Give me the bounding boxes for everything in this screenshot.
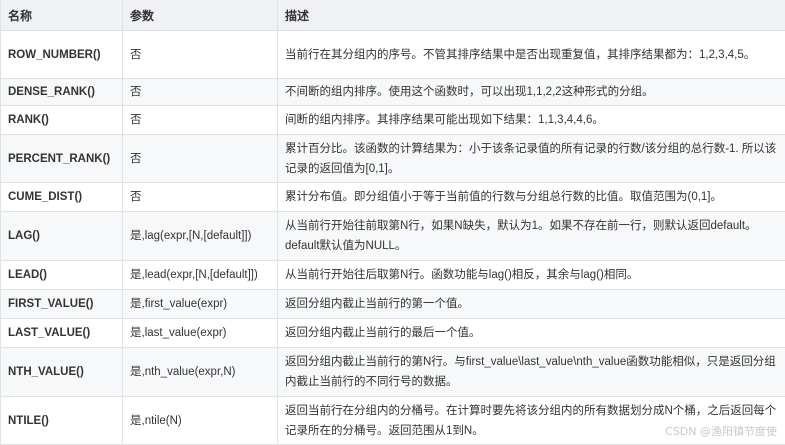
function-desc: 返回分组内截止当前行的最后一个值。: [277, 318, 785, 348]
function-desc: 从当前行开始往后取第N行。函数功能与lag()相反，其余与lag()相同。: [277, 260, 785, 290]
function-name: PERCENT_RANK(): [0, 134, 123, 183]
table-row: PERCENT_RANK() 否 累计百分比。该函数的计算结果为：小于该条记录值…: [0, 134, 785, 183]
table-row: LEAD() 是,lead(expr,[N,[default]]) 从当前行开始…: [0, 260, 785, 290]
function-name: LAG(): [0, 211, 123, 261]
function-desc: 返回分组内截止当前行的第一个值。: [277, 289, 785, 319]
function-param: 是,ntile(N): [122, 396, 278, 445]
function-name: CUME_DIST(): [0, 182, 123, 212]
table-header-row: 名称 参数 描述: [0, 0, 785, 31]
window-functions-table: 名称 参数 描述 ROW_NUMBER() 否 当前行在其分组内的序号。不管其排…: [0, 0, 785, 445]
function-name: DENSE_RANK(): [0, 78, 123, 106]
table-row: LAG() 是,lag(expr,[N,[default]]) 从当前行开始往前…: [0, 211, 785, 261]
table-row: RANK() 否 间断的组内排序。其排序结果可能出现如下结果：1,1,3,4,4…: [0, 105, 785, 135]
function-param: 否: [122, 182, 278, 212]
header-desc: 描述: [277, 0, 785, 31]
header-param: 参数: [122, 0, 278, 31]
table-row: NTH_VALUE() 是,nth_value(expr,N) 返回分组内截止当…: [0, 347, 785, 397]
function-name: NTH_VALUE(): [0, 347, 123, 397]
function-name: RANK(): [0, 105, 123, 135]
function-param: 是,first_value(expr): [122, 289, 278, 319]
function-param: 否: [122, 78, 278, 106]
function-name: NTILE(): [0, 396, 123, 445]
function-desc: 返回分组内截止当前行的第N行。与first_value\last_value\n…: [277, 347, 785, 397]
table-row: CUME_DIST() 否 累计分布值。即分组值小于等于当前值的行数与分组总行数…: [0, 182, 785, 212]
header-name: 名称: [0, 0, 123, 31]
table-row: LAST_VALUE() 是,last_value(expr) 返回分组内截止当…: [0, 318, 785, 348]
function-name: ROW_NUMBER(): [0, 30, 123, 79]
function-desc: 从当前行开始往前取第N行，如果N缺失，默认为1。如果不存在前一行，则默认返回de…: [277, 211, 785, 261]
function-name: FIRST_VALUE(): [0, 289, 123, 319]
table-row: ROW_NUMBER() 否 当前行在其分组内的序号。不管其排序结果中是否出现重…: [0, 30, 785, 79]
function-desc: 当前行在其分组内的序号。不管其排序结果中是否出现重复值，其排序结果都为：1,2,…: [277, 30, 785, 79]
function-param: 是,nth_value(expr,N): [122, 347, 278, 397]
table-row: FIRST_VALUE() 是,first_value(expr) 返回分组内截…: [0, 289, 785, 319]
function-param: 否: [122, 30, 278, 79]
function-param: 否: [122, 105, 278, 135]
function-name: LEAD(): [0, 260, 123, 290]
function-name: LAST_VALUE(): [0, 318, 123, 348]
function-desc: 间断的组内排序。其排序结果可能出现如下结果：1,1,3,4,4,6。: [277, 105, 785, 135]
watermark: CSDN @渔阳镇节度使: [665, 425, 777, 438]
function-desc: 累计分布值。即分组值小于等于当前值的行数与分组总行数的比值。取值范围为(0,1]…: [277, 182, 785, 212]
function-desc: 不间断的组内排序。使用这个函数时，可以出现1,1,2,2这种形式的分组。: [277, 78, 785, 106]
table-row: DENSE_RANK() 否 不间断的组内排序。使用这个函数时，可以出现1,1,…: [0, 78, 785, 106]
function-param: 是,lead(expr,[N,[default]]): [122, 260, 278, 290]
function-desc: 累计百分比。该函数的计算结果为：小于该条记录值的所有记录的行数/该分组的总行数-…: [277, 134, 785, 183]
function-param: 否: [122, 134, 278, 183]
function-param: 是,last_value(expr): [122, 318, 278, 348]
function-param: 是,lag(expr,[N,[default]]): [122, 211, 278, 261]
